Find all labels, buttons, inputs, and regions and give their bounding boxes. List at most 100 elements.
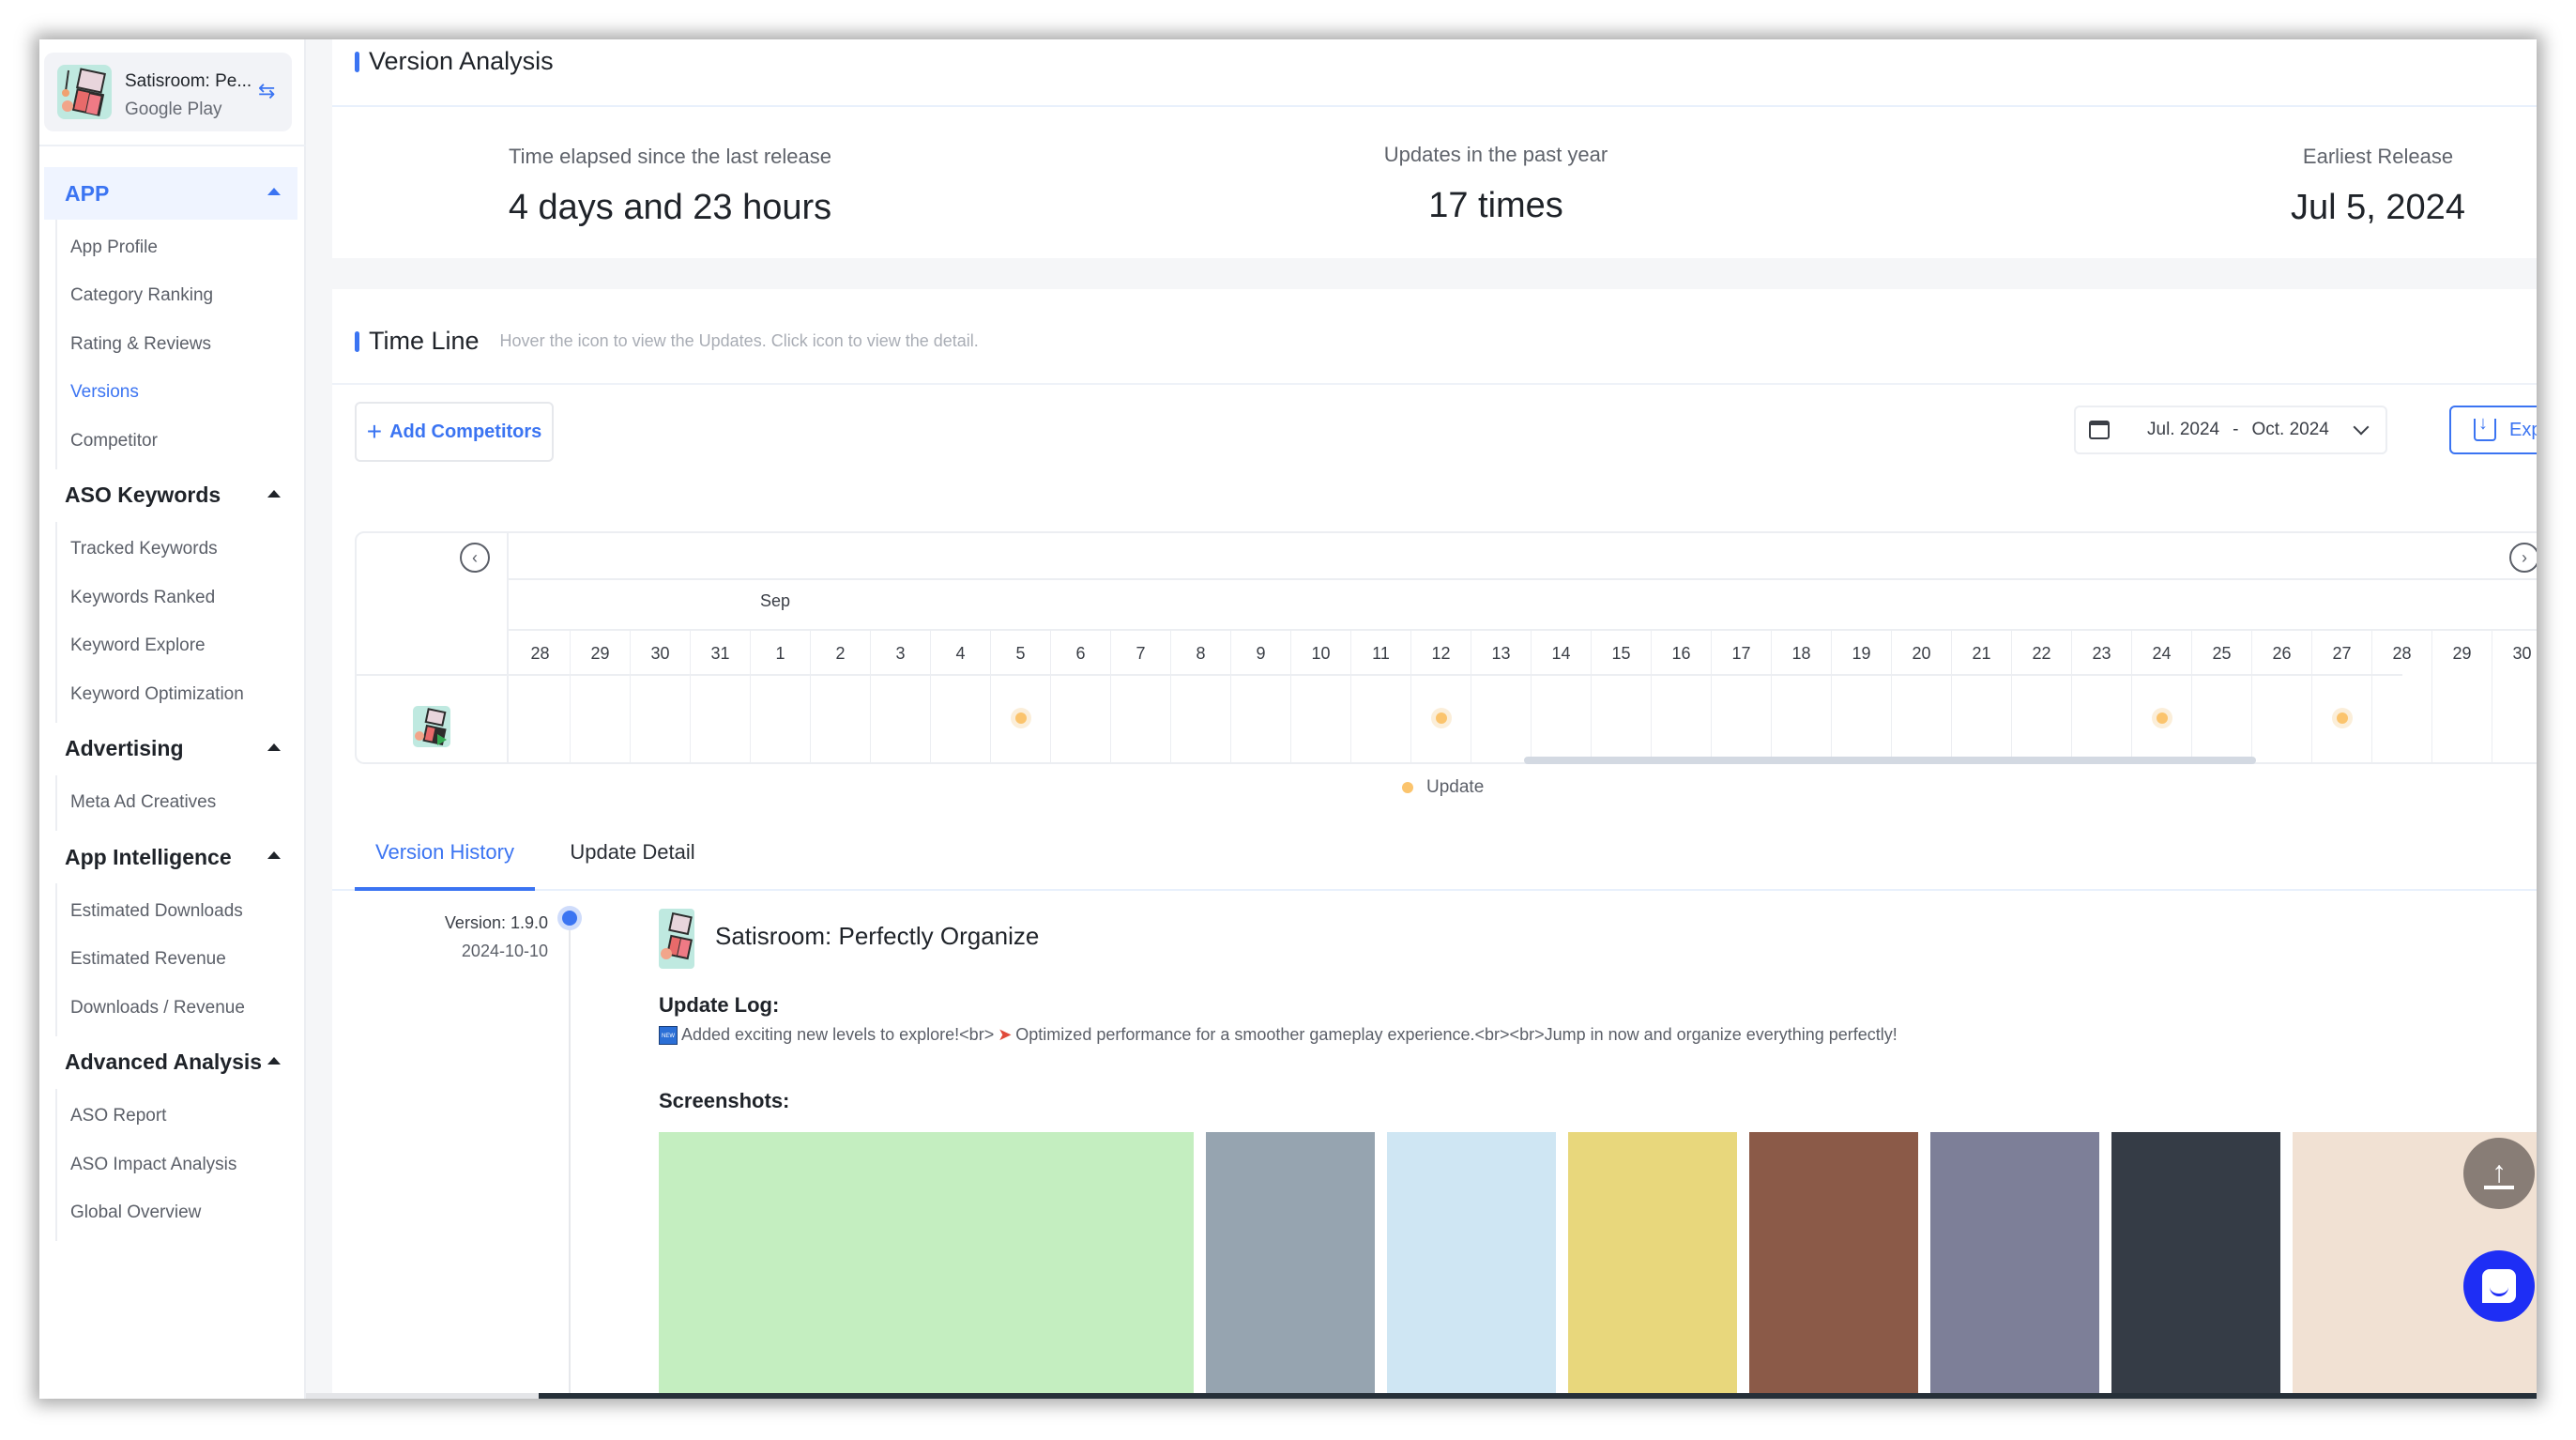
version-number: Version: 1.9.0 [444,913,548,932]
timeline-legend: Update [1402,777,1484,798]
day-label: 19 [1832,631,1892,676]
chevron-left-icon[interactable]: ‹ [460,543,490,573]
sidebar-item-aso-impact-analysis[interactable]: ASO Impact Analysis [57,1141,306,1189]
update-marker-icon[interactable] [1011,708,1031,728]
day-label: 5 [991,631,1051,676]
add-competitors-label: Add Competitors [389,421,542,442]
sidebar-group-app[interactable]: APP [44,167,297,220]
screenshot-thumbnail[interactable] [1749,1132,1918,1399]
day-cell [1712,676,1772,762]
day-cell [751,676,811,762]
chevron-right-icon[interactable]: › [2509,543,2537,573]
stat-value: 17 times [1428,186,1563,225]
bottom-scrollbar[interactable] [539,1393,2537,1399]
update-marker-icon[interactable] [1431,708,1452,728]
day-cell [1231,676,1291,762]
chat-button[interactable] [2463,1250,2535,1322]
sidebar-item-global-overview[interactable]: Global Overview [57,1189,306,1238]
day-label: 28 [511,631,571,676]
stat-earliest-release: Earliest Release Jul 5, 2024 [2209,145,2537,228]
app-switcher[interactable]: Satisroom: Pe... Google Play ⇆ [44,53,292,131]
sidebar-nav: APP App Profile Category Ranking Rating … [39,167,306,1241]
sidebar-group-aso-keywords[interactable]: ASO Keywords [44,469,297,522]
sidebar-item-rating-reviews[interactable]: Rating & Reviews [57,320,306,369]
day-cell [1772,676,1832,762]
day-label: 4 [931,631,991,676]
day-label: 30 [2492,631,2537,676]
timeline-card: Time Line Hover the icon to view the Upd… [332,289,2537,1399]
day-label: 7 [1111,631,1171,676]
app-name: Satisroom: Pe... [125,71,252,91]
sidebar: Satisroom: Pe... Google Play ⇆ APP App P… [39,39,306,1399]
caret-up-icon [267,851,281,859]
day-cell [1411,676,1471,762]
calendar-icon [2089,421,2110,439]
scroll-to-top-button[interactable]: ↑ [2463,1138,2535,1209]
day-cell [1291,676,1351,762]
sidebar-item-keyword-optimization[interactable]: Keyword Optimization [57,670,306,719]
sidebar-item-versions[interactable]: Versions [57,369,306,418]
caret-up-icon [267,1056,281,1065]
day-label: 15 [1592,631,1652,676]
day-label: 29 [2432,631,2492,676]
screenshot-thumbnail[interactable] [1206,1132,1375,1399]
sidebar-item-competitor[interactable]: Competitor [57,417,306,466]
day-cell [1051,676,1111,762]
sidebar-item-keyword-explore[interactable]: Keyword Explore [57,622,306,671]
sidebar-item-estimated-revenue[interactable]: Estimated Revenue [57,936,306,985]
update-log-text: NEW Added exciting new levels to explore!… [659,1025,1898,1046]
sidebar-item-downloads-revenue[interactable]: Downloads / Revenue [57,984,306,1033]
day-cell [871,676,931,762]
sidebar-group-advanced-analysis[interactable]: Advanced Analysis [44,1036,297,1089]
day-cell [991,676,1051,762]
sidebar-item-meta-ad-creatives[interactable]: Meta Ad Creatives [57,779,306,828]
sidebar-item-app-profile[interactable]: App Profile [57,223,306,272]
date-range-picker[interactable]: Jul. 2024 - Oct. 2024 [2074,406,2387,454]
day-label: 2 [811,631,871,676]
sidebar-item-estimated-downloads[interactable]: Estimated Downloads [57,887,306,936]
update-log-title: Update Log: [659,993,780,1017]
tab-update-detail[interactable]: Update Detail [557,833,708,891]
screenshot-thumbnail[interactable] [659,1132,1194,1399]
update-log-part1: Added exciting new levels to explore!<br… [681,1025,995,1044]
swap-icon[interactable]: ⇆ [258,79,275,103]
sidebar-item-keywords-ranked[interactable]: Keywords Ranked [57,574,306,622]
tab-version-history[interactable]: Version History [355,833,535,891]
day-cell [2312,676,2372,762]
sidebar-item-category-ranking[interactable]: Category Ranking [57,272,306,321]
day-cell [1351,676,1411,762]
stat-label: Earliest Release [2302,145,2454,168]
day-label: 31 [691,631,751,676]
title-accent-bar [355,51,359,72]
screenshot-thumbnail[interactable] [1930,1132,2099,1399]
export-button[interactable]: Export [2449,406,2537,454]
day-cell [1952,676,2012,762]
update-marker-icon[interactable] [2152,708,2172,728]
screenshot-thumbnail[interactable] [2111,1132,2280,1399]
download-icon [2474,413,2496,441]
app-window: Satisroom: Pe... Google Play ⇆ APP App P… [39,39,2537,1399]
date-separator: - [2233,420,2239,439]
day-label: 25 [2192,631,2252,676]
new-badge-icon: NEW [659,1026,678,1046]
version-analysis-title: Version Analysis [355,47,554,76]
sidebar-item-tracked-keywords[interactable]: Tracked Keywords [57,526,306,574]
sidebar-item-aso-report[interactable]: ASO Report [57,1093,306,1141]
screenshot-thumbnail[interactable] [1568,1132,1737,1399]
day-label: 16 [1652,631,1712,676]
sidebar-group-items: Tracked Keywords Keywords Ranked Keyword… [55,521,306,723]
caret-up-icon [267,489,281,498]
divider [332,383,2537,385]
day-cell [691,676,751,762]
update-marker-icon[interactable] [2332,708,2353,728]
day-label: 3 [871,631,931,676]
day-label: 24 [2132,631,2192,676]
day-label: 9 [1231,631,1291,676]
add-competitors-button[interactable]: + Add Competitors [355,402,554,462]
horizontal-scrollbar[interactable] [1524,757,2256,764]
sidebar-group-app-intelligence[interactable]: App Intelligence [44,831,297,883]
day-label: 30 [631,631,691,676]
screenshot-thumbnail[interactable] [1387,1132,1556,1399]
sidebar-group-advertising[interactable]: Advertising [44,723,297,775]
stat-value: Jul 5, 2024 [2291,188,2465,227]
